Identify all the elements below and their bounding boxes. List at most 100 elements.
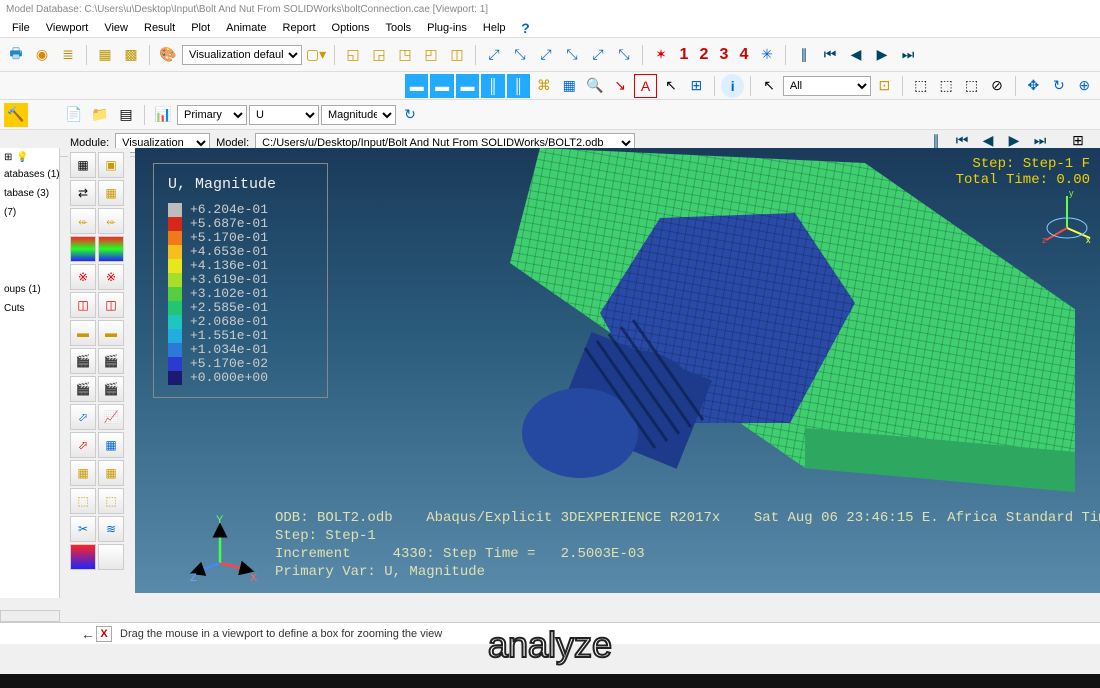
- hammer-icon[interactable]: 🔨: [4, 103, 28, 127]
- tool-animate-opt-icon[interactable]: 🎬: [98, 376, 124, 402]
- tool-contour-icon[interactable]: [70, 236, 96, 262]
- tool-deformed-icon[interactable]: ⬰: [70, 208, 96, 234]
- poly-select-icon[interactable]: ⬚: [934, 74, 957, 98]
- grid1-icon[interactable]: ▦: [93, 43, 117, 67]
- bulb-icon[interactable]: 💡: [16, 152, 28, 163]
- iso4-icon[interactable]: ◰: [419, 43, 443, 67]
- palette-icon[interactable]: 🎨: [156, 43, 180, 67]
- pan-icon[interactable]: ✥: [1022, 74, 1045, 98]
- arrow-icon[interactable]: ↘: [608, 74, 631, 98]
- menu-file[interactable]: File: [4, 20, 38, 36]
- tool-display-grp-icon[interactable]: ⬚: [70, 488, 96, 514]
- axis-y-icon[interactable]: ⤡: [508, 43, 532, 67]
- render1-icon[interactable]: ▬: [405, 74, 428, 98]
- query-icon[interactable]: 🔍: [583, 74, 606, 98]
- tool-stream-icon[interactable]: ≋: [98, 516, 124, 542]
- list-icon[interactable]: ▤: [114, 103, 138, 127]
- tool-contour-opt-icon[interactable]: [98, 236, 124, 262]
- axis-yz-icon[interactable]: ⤢: [586, 43, 610, 67]
- tool-xydata-create-icon[interactable]: ⬀: [70, 432, 96, 458]
- axis-z-icon[interactable]: ⤢: [534, 43, 558, 67]
- table-icon[interactable]: ▦: [558, 74, 581, 98]
- tree-scrollbar[interactable]: [0, 610, 60, 622]
- menu-plot[interactable]: Plot: [183, 20, 218, 36]
- tool-animate-h-icon[interactable]: 🎬: [70, 376, 96, 402]
- menu-report[interactable]: Report: [275, 20, 324, 36]
- menu-tools[interactable]: Tools: [377, 20, 419, 36]
- tool-field-opt-icon[interactable]: ▦: [98, 460, 124, 486]
- tool-xydata-icon[interactable]: 📈: [98, 404, 124, 430]
- iso2-icon[interactable]: ◲: [367, 43, 391, 67]
- menu-result[interactable]: Result: [136, 20, 183, 36]
- tool-xydata-mgr-icon[interactable]: ▦: [98, 432, 124, 458]
- render4-icon[interactable]: ║: [481, 74, 504, 98]
- new-icon[interactable]: 📄: [62, 103, 86, 127]
- back-arrow-icon[interactable]: ←: [80, 626, 96, 642]
- tool-deformed-opt-icon[interactable]: ⬰: [98, 208, 124, 234]
- windows-taskbar[interactable]: [0, 674, 1100, 688]
- menu-viewport[interactable]: Viewport: [38, 20, 97, 36]
- link-icon[interactable]: ⌘: [532, 74, 555, 98]
- rotate-icon[interactable]: ↻: [1047, 74, 1070, 98]
- menu-animate[interactable]: Animate: [218, 20, 274, 36]
- select-icon[interactable]: ↖: [757, 74, 780, 98]
- tool-overlay-icon[interactable]: ▦: [98, 180, 124, 206]
- tool-common-icon[interactable]: ▣: [98, 152, 124, 178]
- info-icon[interactable]: i: [721, 74, 744, 98]
- menu-help[interactable]: Help: [475, 20, 514, 36]
- frame-4-button[interactable]: 4: [735, 46, 753, 64]
- circle-select-icon[interactable]: ⬚: [960, 74, 983, 98]
- help-icon[interactable]: ?: [514, 16, 538, 40]
- tool-symbol-opt-icon[interactable]: ※: [98, 264, 124, 290]
- tool-material-icon[interactable]: ◫: [70, 292, 96, 318]
- variable-type-combo[interactable]: Primary: [177, 105, 247, 125]
- tool-xyplot-icon[interactable]: ⬀: [70, 404, 96, 430]
- field-output-icon[interactable]: 📊: [151, 103, 175, 127]
- variable-name-combo[interactable]: U: [249, 105, 319, 125]
- axis-xy-icon[interactable]: ⤡: [560, 43, 584, 67]
- box-icon[interactable]: ▢▾: [304, 43, 328, 67]
- refresh-icon[interactable]: ↻: [398, 103, 422, 127]
- select-filter-combo[interactable]: All: [783, 76, 871, 96]
- tree-item[interactable]: atabases (1): [4, 169, 55, 180]
- prev-button[interactable]: ◀: [844, 43, 868, 67]
- axis-xz-icon[interactable]: ⤡: [612, 43, 636, 67]
- menu-view[interactable]: View: [96, 20, 136, 36]
- menu-options[interactable]: Options: [324, 20, 378, 36]
- menu-plugins[interactable]: Plug-ins: [419, 20, 475, 36]
- frame-3-button[interactable]: 3: [715, 46, 733, 64]
- filter-icon[interactable]: ⊡: [873, 74, 896, 98]
- tool-swap-icon[interactable]: ⇄: [70, 180, 96, 206]
- tool-material-opt-icon[interactable]: ◫: [98, 292, 124, 318]
- open-icon[interactable]: 📁: [88, 103, 112, 127]
- csys2-icon[interactable]: ✳: [755, 43, 779, 67]
- layers-icon[interactable]: ≣: [56, 43, 80, 67]
- tool-fast-icon[interactable]: ▦: [70, 152, 96, 178]
- iso5-icon[interactable]: ◫: [445, 43, 469, 67]
- tree-icon[interactable]: ⊞: [4, 152, 12, 163]
- render3-icon[interactable]: ▬: [456, 74, 479, 98]
- cursor-icon[interactable]: ↖: [659, 74, 682, 98]
- frame-2-button[interactable]: 2: [695, 46, 713, 64]
- tool-animate-ts-icon[interactable]: 🎬: [70, 348, 96, 374]
- box-select-icon[interactable]: ⬚: [909, 74, 932, 98]
- csys-icon[interactable]: ✶: [649, 43, 673, 67]
- iso3-icon[interactable]: ◳: [393, 43, 417, 67]
- options-icon[interactable]: ⊞: [685, 74, 708, 98]
- viewport-3d[interactable]: U, Magnitude +6.204e-01+5.687e-01+5.170e…: [135, 148, 1100, 593]
- render2-icon[interactable]: ▬: [430, 74, 453, 98]
- clear-icon[interactable]: ⊘: [985, 74, 1008, 98]
- contour-icon[interactable]: ◉: [30, 43, 54, 67]
- frame-1-button[interactable]: 1: [675, 46, 693, 64]
- grid2-icon[interactable]: ▩: [119, 43, 143, 67]
- tool-odb-icon[interactable]: ⬚: [98, 488, 124, 514]
- visualization-defaults-combo[interactable]: Visualization defaults: [182, 45, 302, 65]
- annotate-icon[interactable]: A: [634, 74, 657, 98]
- pause-button[interactable]: ∥: [792, 43, 816, 67]
- tool-symbol-icon[interactable]: ※: [70, 264, 96, 290]
- first-button[interactable]: ⏮: [818, 43, 842, 67]
- tool-ply-opt-icon[interactable]: ▬: [98, 320, 124, 346]
- tool-spectrum-icon[interactable]: [98, 544, 124, 570]
- tree-item[interactable]: Cuts: [4, 303, 55, 314]
- tool-ply-icon[interactable]: ▬: [70, 320, 96, 346]
